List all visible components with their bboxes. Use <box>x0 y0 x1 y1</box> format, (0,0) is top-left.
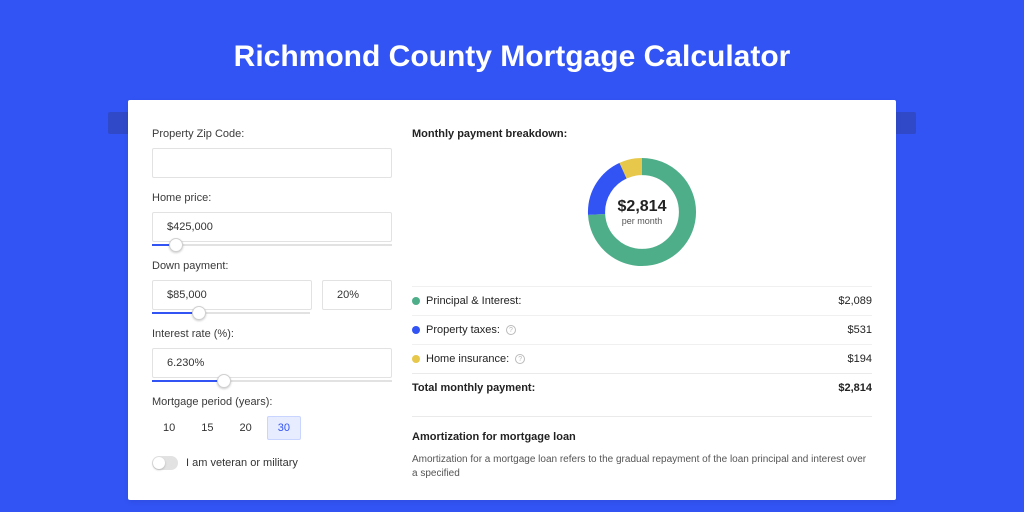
veteran-row: I am veteran or military <box>152 456 392 470</box>
price-label: Home price: <box>152 192 392 204</box>
breakdown-label: Home insurance: <box>426 353 509 365</box>
rate-slider[interactable] <box>152 380 392 382</box>
breakdown-value: $194 <box>848 353 872 365</box>
zip-group: Property Zip Code: <box>152 128 392 178</box>
period-15-button[interactable]: 15 <box>190 416 224 440</box>
down-amount-input[interactable] <box>152 280 312 310</box>
donut-wrap: $2,814 per month <box>412 152 872 272</box>
info-icon[interactable]: ? <box>515 354 525 364</box>
period-label: Mortgage period (years): <box>152 396 392 408</box>
rate-input[interactable] <box>152 348 392 378</box>
breakdown-total-label: Total monthly payment: <box>412 382 535 394</box>
down-group: Down payment: <box>152 260 392 314</box>
zip-label: Property Zip Code: <box>152 128 392 140</box>
info-icon[interactable]: ? <box>506 325 516 335</box>
dot-icon <box>412 355 420 363</box>
breakdown-row-principal: Principal & Interest: $2,089 <box>412 286 872 315</box>
amort-body: Amortization for a mortgage loan refers … <box>412 453 872 481</box>
rate-slider-knob[interactable] <box>217 374 231 388</box>
down-slider[interactable] <box>152 312 310 314</box>
rate-group: Interest rate (%): <box>152 328 392 382</box>
breakdown-row-taxes: Property taxes: ? $531 <box>412 315 872 344</box>
breakdown-column: Monthly payment breakdown: $2,814 per mo… <box>412 128 872 472</box>
down-slider-knob[interactable] <box>192 306 206 320</box>
down-pct-input[interactable] <box>322 280 392 310</box>
dot-icon <box>412 326 420 334</box>
breakdown-row-insurance: Home insurance: ? $194 <box>412 344 872 373</box>
breakdown-list: Principal & Interest: $2,089 Property ta… <box>412 286 872 402</box>
period-30-button[interactable]: 30 <box>267 416 301 440</box>
price-slider-knob[interactable] <box>169 238 183 252</box>
donut-center-value: $2,814 <box>618 198 667 216</box>
donut-chart: $2,814 per month <box>582 152 702 272</box>
breakdown-row-total: Total monthly payment: $2,814 <box>412 373 872 402</box>
price-input[interactable] <box>152 212 392 242</box>
breakdown-heading: Monthly payment breakdown: <box>412 128 872 140</box>
amort-heading: Amortization for mortgage loan <box>412 431 872 443</box>
period-20-button[interactable]: 20 <box>229 416 263 440</box>
amortization-section: Amortization for mortgage loan Amortizat… <box>412 416 872 481</box>
down-label: Down payment: <box>152 260 392 272</box>
breakdown-label: Principal & Interest: <box>426 295 521 307</box>
price-group: Home price: <box>152 192 392 246</box>
breakdown-value: $2,089 <box>838 295 872 307</box>
inputs-column: Property Zip Code: Home price: Down paym… <box>152 128 392 472</box>
page-title: Richmond County Mortgage Calculator <box>234 40 791 74</box>
breakdown-value: $531 <box>848 324 872 336</box>
rate-label: Interest rate (%): <box>152 328 392 340</box>
veteran-label: I am veteran or military <box>186 457 298 469</box>
dot-icon <box>412 297 420 305</box>
period-options: 10 15 20 30 <box>152 416 392 440</box>
veteran-toggle[interactable] <box>152 456 178 470</box>
zip-input[interactable] <box>152 148 392 178</box>
price-slider[interactable] <box>152 244 392 246</box>
rate-slider-fill <box>152 380 224 382</box>
period-group: Mortgage period (years): 10 15 20 30 <box>152 396 392 440</box>
period-10-button[interactable]: 10 <box>152 416 186 440</box>
breakdown-label: Property taxes: <box>426 324 500 336</box>
donut-center-sub: per month <box>622 216 663 226</box>
breakdown-total-value: $2,814 <box>838 382 872 394</box>
calculator-panel: Property Zip Code: Home price: Down paym… <box>128 100 896 500</box>
